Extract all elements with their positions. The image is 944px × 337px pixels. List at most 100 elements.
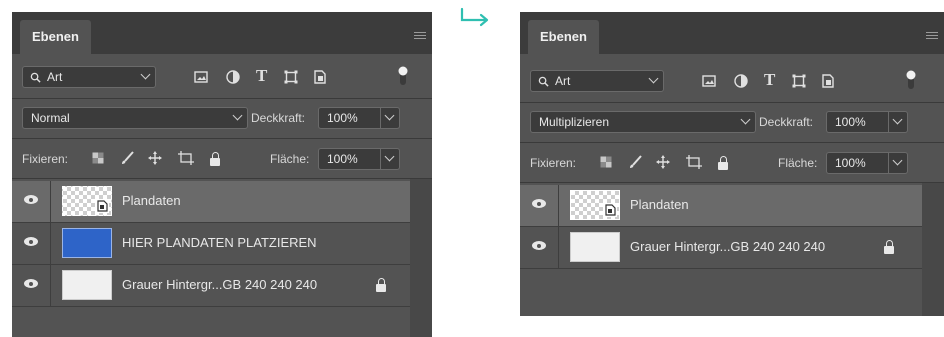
filter-label: Art xyxy=(555,74,571,88)
layer-name: Grauer Hintergr...GB 240 240 240 xyxy=(630,239,826,254)
layer-name: Plandaten xyxy=(122,193,181,208)
fill-input[interactable]: 100% xyxy=(318,148,400,170)
visibility-toggle[interactable] xyxy=(12,265,51,306)
visibility-toggle[interactable] xyxy=(520,185,559,226)
search-icon xyxy=(30,72,41,83)
layer-row[interactable]: Plandaten xyxy=(12,181,410,223)
adjustment-filter-icon[interactable] xyxy=(734,74,748,88)
blend-mode-value: Multiplizieren xyxy=(539,115,610,129)
chevron-down-icon xyxy=(232,110,243,121)
layer-thumbnail xyxy=(570,190,620,220)
filter-toggle-icon[interactable] xyxy=(906,69,916,91)
lock-transparency-icon[interactable] xyxy=(92,152,104,164)
layers-panel-before: Ebenen Art T Normal Deckkraft: 100% Fixi… xyxy=(12,12,432,337)
chevron-down-icon xyxy=(892,155,903,166)
layers-scrollbar[interactable] xyxy=(410,179,432,337)
layer-name: HIER PLANDATEN PLATZIEREN xyxy=(122,235,317,250)
shape-filter-icon[interactable] xyxy=(284,70,298,84)
fill-dropdown-button[interactable] xyxy=(380,149,399,169)
lock-artboard-icon[interactable] xyxy=(178,151,194,165)
smartobject-filter-icon[interactable] xyxy=(822,74,834,88)
lock-position-move-icon[interactable] xyxy=(656,155,670,169)
visibility-toggle[interactable] xyxy=(520,227,559,268)
layer-thumbnail xyxy=(62,270,112,300)
fill-label: Fläche: xyxy=(270,152,310,166)
panel-tabbar: Ebenen xyxy=(12,12,432,54)
panel-tabbar: Ebenen xyxy=(520,12,944,54)
lock-label: Fixieren: xyxy=(22,152,69,166)
divider xyxy=(520,182,944,183)
layer-thumbnail xyxy=(62,186,112,216)
smart-object-badge-icon xyxy=(603,203,617,217)
panel-menu-icon[interactable] xyxy=(414,32,426,40)
text-filter-icon[interactable]: T xyxy=(256,66,267,86)
adjustment-filter-icon[interactable] xyxy=(226,70,240,84)
text-filter-icon[interactable]: T xyxy=(764,70,775,90)
lock-all-icon[interactable] xyxy=(718,156,728,170)
divider xyxy=(12,98,432,99)
visibility-toggle[interactable] xyxy=(12,181,51,222)
layer-row[interactable]: Grauer Hintergr...GB 240 240 240 xyxy=(520,227,922,269)
opacity-input[interactable]: 100% xyxy=(318,107,400,129)
layer-locked-icon xyxy=(376,278,386,292)
visibility-toggle[interactable] xyxy=(12,223,51,264)
layer-filter-select[interactable]: Art xyxy=(22,66,156,88)
eye-icon xyxy=(24,195,38,204)
layer-row[interactable]: HIER PLANDATEN PLATZIEREN xyxy=(12,223,410,265)
layer-name: Grauer Hintergr...GB 240 240 240 xyxy=(122,277,318,292)
opacity-label: Deckkraft: xyxy=(759,115,814,129)
blend-mode-value: Normal xyxy=(31,111,70,125)
eye-icon xyxy=(24,237,38,246)
eye-icon xyxy=(24,279,38,288)
filter-toggle-icon[interactable] xyxy=(398,65,408,87)
blend-mode-select[interactable]: Multiplizieren xyxy=(530,111,756,133)
lock-all-icon[interactable] xyxy=(210,152,220,166)
chevron-down-icon xyxy=(384,110,395,121)
layer-thumbnail xyxy=(62,228,112,258)
fill-dropdown-button[interactable] xyxy=(888,153,907,173)
opacity-value: 100% xyxy=(327,111,358,125)
search-icon xyxy=(538,76,549,87)
filter-label: Art xyxy=(47,70,63,84)
opacity-dropdown-button[interactable] xyxy=(888,112,907,132)
chevron-down-icon xyxy=(740,114,751,125)
lock-transparency-icon[interactable] xyxy=(600,156,612,168)
divider xyxy=(12,178,432,179)
shape-filter-icon[interactable] xyxy=(792,74,806,88)
opacity-input[interactable]: 100% xyxy=(826,111,908,133)
layer-thumbnail xyxy=(570,232,620,262)
image-filter-icon[interactable] xyxy=(194,71,208,83)
chevron-down-icon xyxy=(892,114,903,125)
lock-pixels-brush-icon[interactable] xyxy=(628,155,642,169)
image-filter-icon[interactable] xyxy=(702,75,716,87)
fill-input[interactable]: 100% xyxy=(826,152,908,174)
eye-icon xyxy=(532,241,546,250)
lock-artboard-icon[interactable] xyxy=(686,155,702,169)
smartobject-filter-icon[interactable] xyxy=(314,70,326,84)
eye-icon xyxy=(532,199,546,208)
layers-scrollbar[interactable] xyxy=(922,183,944,316)
opacity-label: Deckkraft: xyxy=(251,111,306,125)
fill-label: Fläche: xyxy=(778,156,818,170)
divider xyxy=(520,142,944,143)
opacity-dropdown-button[interactable] xyxy=(380,108,399,128)
blend-mode-select[interactable]: Normal xyxy=(22,107,248,129)
smart-object-badge-icon xyxy=(95,199,109,213)
divider xyxy=(520,102,944,103)
chevron-down-icon xyxy=(384,151,395,162)
fill-value: 100% xyxy=(835,156,866,170)
layer-filter-select[interactable]: Art xyxy=(530,70,664,92)
panel-menu-icon[interactable] xyxy=(926,32,938,40)
layer-name: Plandaten xyxy=(630,197,689,212)
divider xyxy=(12,138,432,139)
lock-pixels-brush-icon[interactable] xyxy=(120,151,134,165)
layer-row[interactable]: Grauer Hintergr...GB 240 240 240 xyxy=(12,265,410,307)
chevron-down-icon xyxy=(648,73,659,84)
fill-value: 100% xyxy=(327,152,358,166)
tab-layers[interactable]: Ebenen xyxy=(528,20,599,54)
lock-label: Fixieren: xyxy=(530,156,577,170)
layer-row[interactable]: Plandaten xyxy=(520,185,922,227)
tab-layers[interactable]: Ebenen xyxy=(20,20,91,54)
lock-position-move-icon[interactable] xyxy=(148,151,162,165)
layer-locked-icon xyxy=(884,240,894,254)
